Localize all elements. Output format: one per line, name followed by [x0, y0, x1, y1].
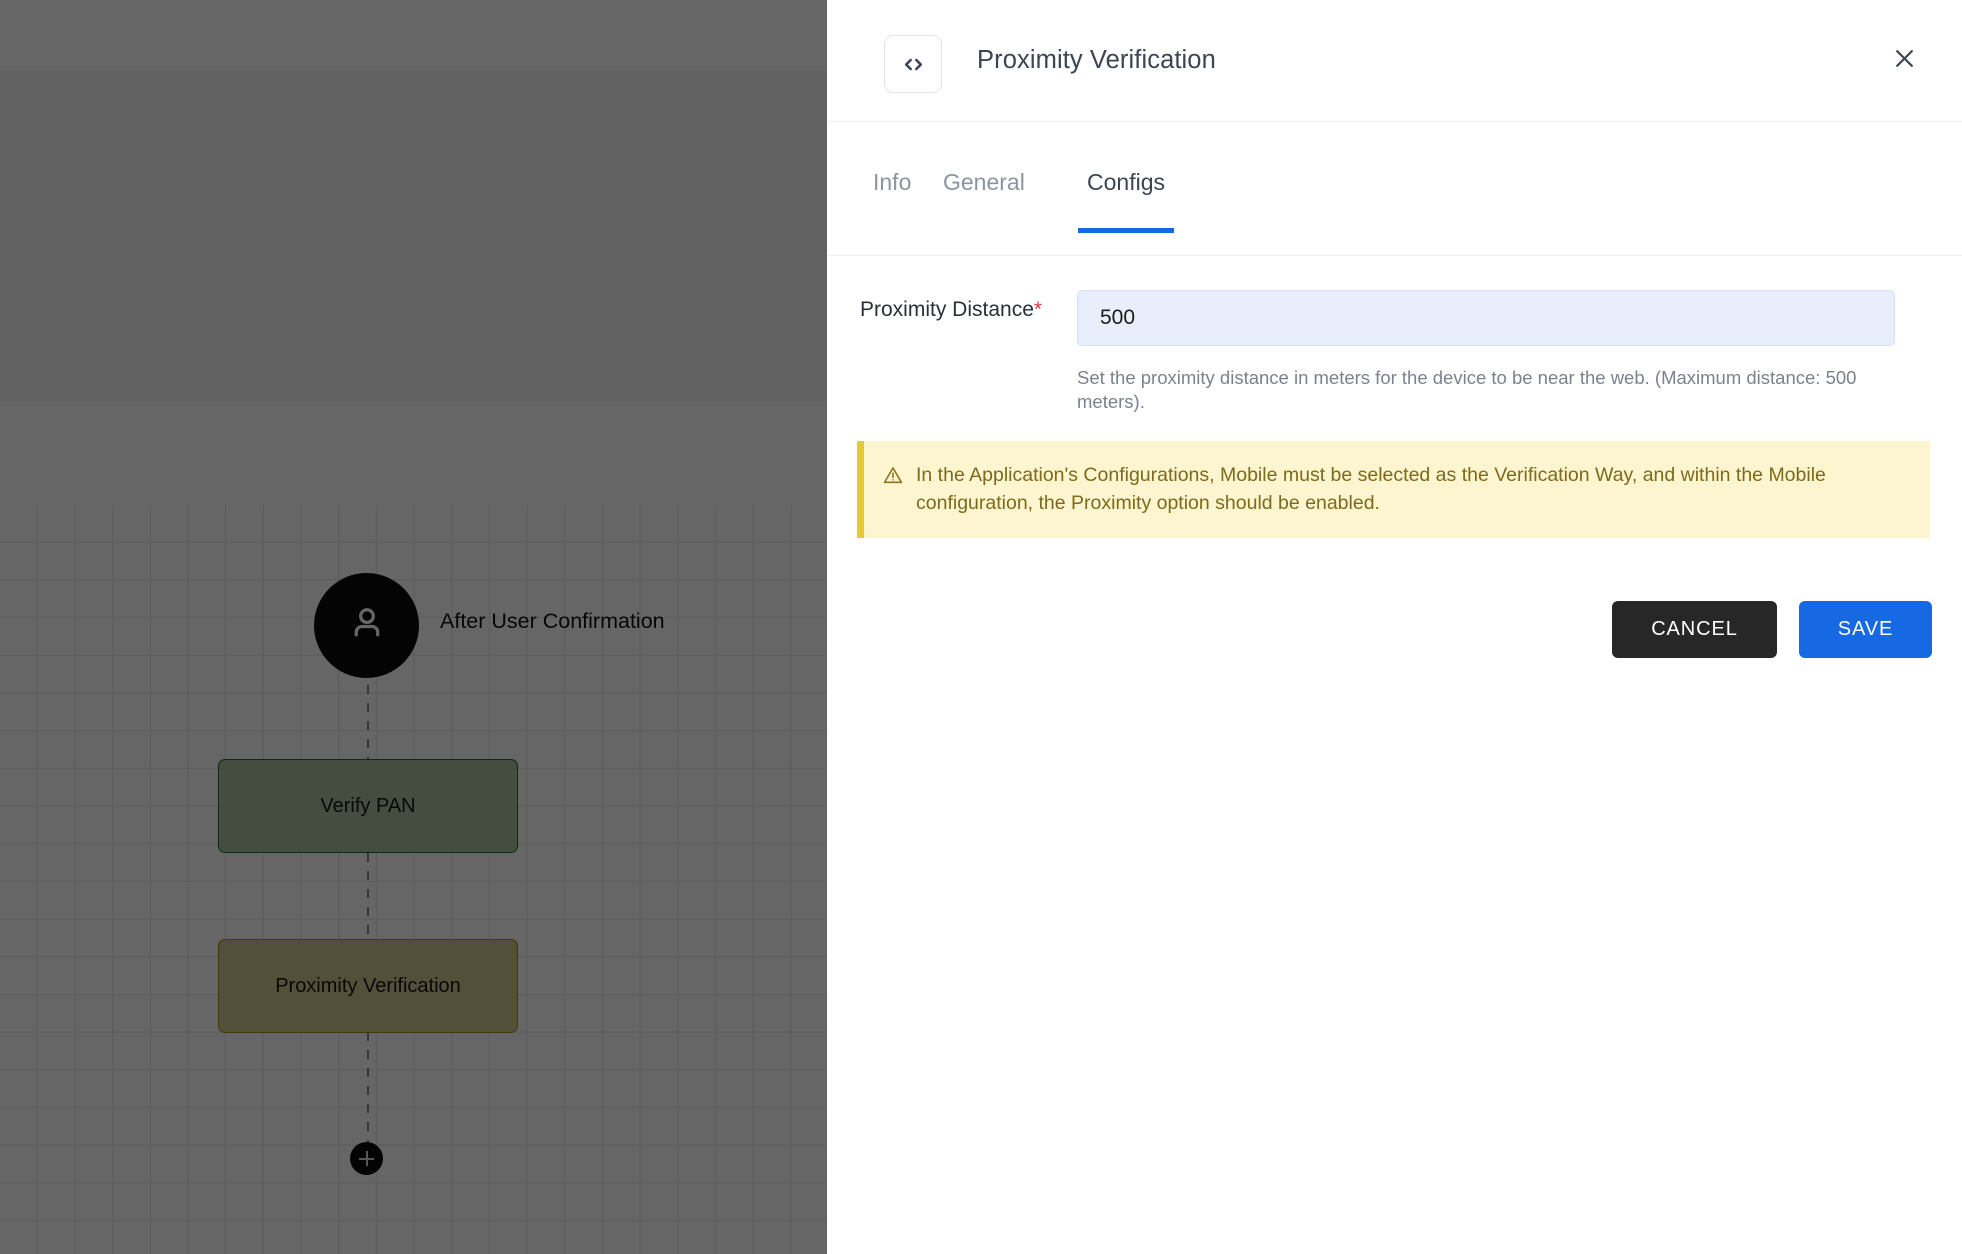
proximity-verification-panel: Proximity Verification Info General Conf… [827, 0, 1962, 1254]
close-icon[interactable] [1882, 36, 1926, 80]
panel-tabs: Info General Configs [827, 122, 1962, 256]
tab-label: General [943, 169, 1025, 195]
user-avatar-icon [344, 600, 390, 651]
tab-label: Info [873, 169, 912, 195]
tab-configs[interactable]: Configs [1078, 169, 1174, 233]
flow-connector [367, 667, 369, 759]
warning-triangle-icon [882, 464, 904, 491]
required-marker: * [1033, 298, 1043, 321]
code-brackets-icon [884, 35, 942, 93]
add-node-button[interactable] [350, 1142, 383, 1175]
save-button[interactable]: SAVE [1799, 601, 1932, 658]
warning-banner: In the Application's Configurations, Mob… [857, 441, 1930, 538]
flow-connector [367, 1032, 369, 1152]
app-header-band [0, 0, 827, 70]
plus-icon [365, 1151, 368, 1166]
trigger-node[interactable] [314, 573, 419, 678]
app-subheader-band [0, 70, 827, 402]
app-root: After User Confirmation Verify PAN Proxi… [0, 0, 1962, 1254]
field-label-text: Proximity Distance [860, 298, 1034, 321]
flow-node-label: Proximity Verification [275, 974, 461, 997]
panel-header: Proximity Verification [827, 0, 1962, 122]
trigger-node-label: After User Confirmation [440, 609, 665, 633]
proximity-distance-input-wrap [1077, 290, 1895, 346]
page-title: Proximity Verification [977, 46, 1216, 74]
flow-node-proximity-verification[interactable]: Proximity Verification [218, 939, 518, 1033]
flow-node-verify-pan[interactable]: Verify PAN [218, 759, 518, 853]
proximity-distance-label: Proximity Distance* [860, 298, 1042, 322]
cancel-button[interactable]: CANCEL [1612, 601, 1777, 658]
tab-info[interactable]: Info [873, 169, 911, 233]
flow-node-label: Verify PAN [320, 794, 416, 817]
tab-general[interactable]: General [943, 169, 1025, 233]
tab-label: Configs [1087, 169, 1165, 195]
flow-connector [367, 853, 369, 939]
proximity-distance-help-text: Set the proximity distance in meters for… [1077, 367, 1857, 412]
panel-action-buttons: CANCEL SAVE [1612, 601, 1932, 658]
proximity-distance-input[interactable] [1077, 290, 1895, 346]
warning-text: In the Application's Configurations, Mob… [916, 464, 1826, 515]
app-midband [0, 402, 827, 505]
flow-canvas[interactable]: After User Confirmation Verify PAN Proxi… [0, 0, 827, 1254]
